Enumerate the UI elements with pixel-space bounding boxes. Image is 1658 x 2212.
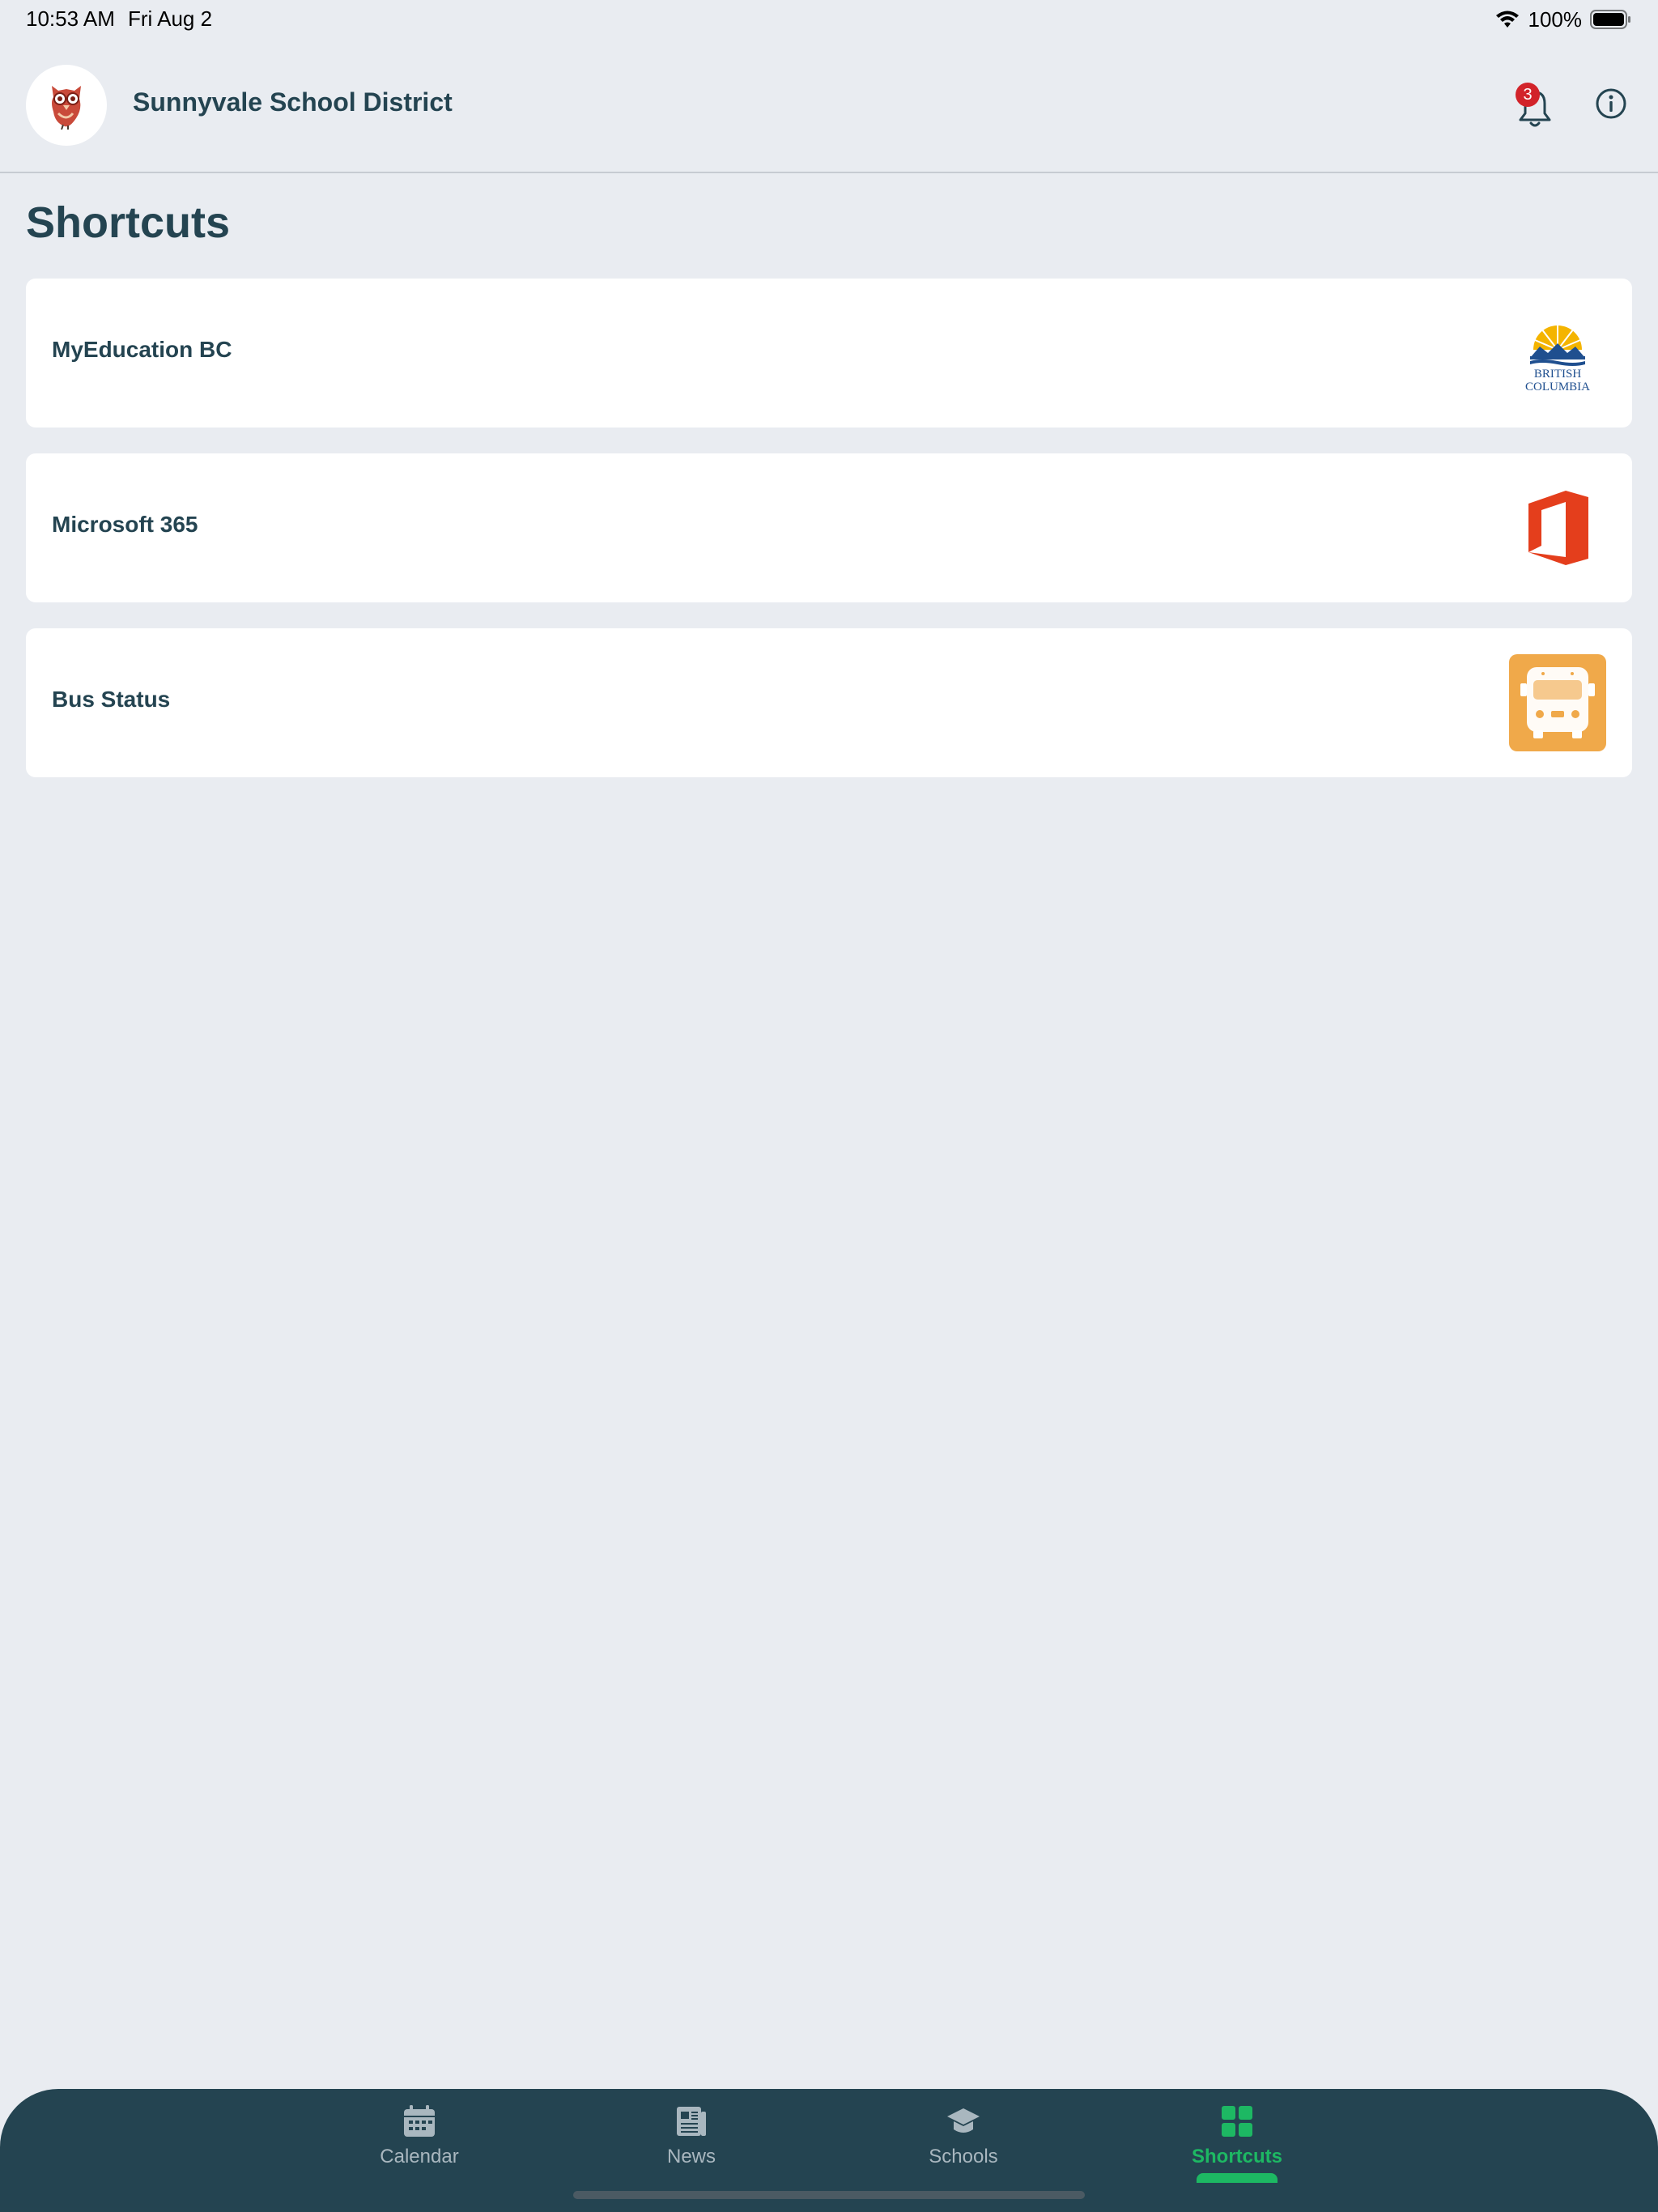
shortcut-myeducation-bc[interactable]: MyEducation BC BRITISH COLUMBIA — [26, 279, 1632, 428]
district-logo[interactable] — [26, 65, 107, 146]
info-button[interactable] — [1595, 87, 1627, 120]
active-tab-indicator — [1197, 2173, 1278, 2183]
owl-logo-icon — [52, 86, 81, 130]
shortcut-label: MyEducation BC — [52, 337, 232, 362]
status-time: 10:53 AM — [26, 6, 115, 31]
british-columbia-logo-icon: BRITISH COLUMBIA — [1525, 324, 1590, 393]
wifi-icon — [1495, 11, 1519, 28]
bc-logo-text-1: BRITISH — [1534, 368, 1582, 381]
tab-label: Shortcuts — [1191, 2146, 1282, 2167]
page-title: Shortcuts — [26, 198, 231, 247]
home-indicator[interactable] — [573, 2191, 1085, 2199]
battery-percent: 100% — [1528, 6, 1583, 32]
bc-logo-text-2: COLUMBIA — [1525, 381, 1590, 393]
shortcut-label: Microsoft 365 — [52, 512, 198, 537]
tab-label: Calendar — [380, 2146, 459, 2167]
shortcut-microsoft-365[interactable]: Microsoft 365 — [26, 453, 1632, 602]
status-indicators: 100% — [1494, 6, 1633, 32]
newspaper-icon — [677, 2107, 706, 2136]
info-icon — [1596, 88, 1626, 119]
status-bar: 10:53 AM Fri Aug 2 100% — [0, 0, 1658, 39]
office-logo-icon — [1528, 491, 1588, 565]
status-date: Fri Aug 2 — [128, 6, 213, 31]
shortcut-bus-status[interactable]: Bus Status — [26, 628, 1632, 777]
bus-icon — [1509, 654, 1606, 751]
battery-icon — [1590, 10, 1630, 29]
notifications-button[interactable]: 3 — [1507, 83, 1559, 131]
district-name: Sunnyvale School District — [133, 87, 453, 117]
tab-schools[interactable]: Schools — [882, 2104, 1044, 2184]
shortcut-label: Bus Status — [52, 687, 171, 712]
app-header: Sunnyvale School District 3 — [0, 39, 1658, 173]
tab-shortcuts[interactable]: Shortcuts — [1156, 2104, 1318, 2184]
calendar-icon — [404, 2105, 435, 2137]
tab-label: Schools — [929, 2146, 998, 2167]
notification-badge: 3 — [1516, 83, 1540, 107]
graduation-cap-icon — [947, 2108, 980, 2133]
tab-calendar[interactable]: Calendar — [338, 2104, 500, 2184]
tab-news[interactable]: News — [610, 2104, 772, 2184]
grid-icon — [1222, 2106, 1252, 2137]
tab-label: News — [666, 2146, 716, 2167]
